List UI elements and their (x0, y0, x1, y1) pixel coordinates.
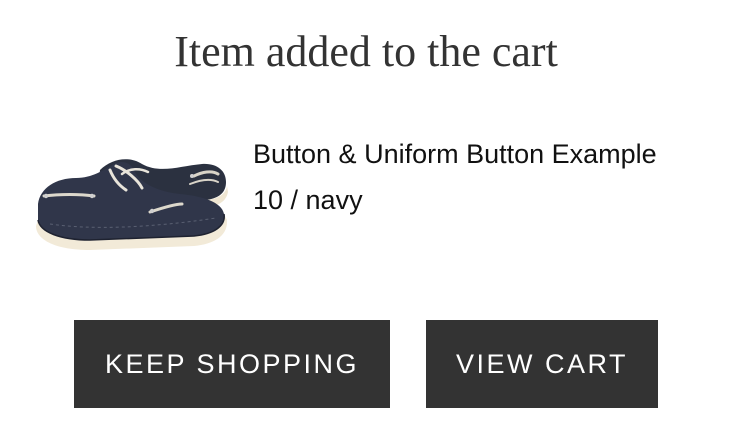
product-image (36, 159, 228, 250)
view-cart-button[interactable]: VIEW CART (426, 320, 658, 408)
dialog-title: Item added to the cart (174, 27, 558, 76)
added-to-cart-dialog: Item added to the cart Button & Uniform … (0, 0, 744, 432)
product-info: Button & Uniform Button Example 10 / nav… (253, 135, 657, 219)
keep-shopping-button[interactable]: KEEP SHOPPING (74, 320, 390, 408)
product-variant: 10 / navy (253, 185, 363, 215)
product-name: Button & Uniform Button Example (253, 139, 657, 169)
